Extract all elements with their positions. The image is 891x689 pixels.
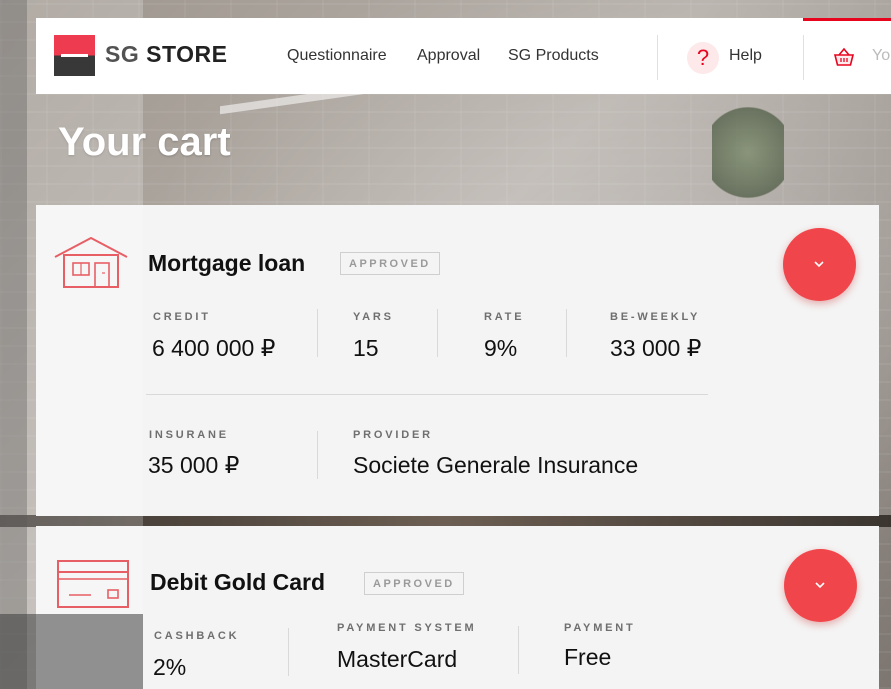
field-divider <box>518 626 519 674</box>
nav-approval[interactable]: Approval <box>417 47 480 65</box>
nav-sg-products[interactable]: SG Products <box>508 47 599 65</box>
biweekly-value: 33 000 ₽ <box>610 335 702 361</box>
section-divider <box>146 394 708 395</box>
rate-value: 9% <box>484 335 518 361</box>
status-badge: APPROVED <box>364 572 464 595</box>
card-title: Debit Gold Card <box>150 569 326 595</box>
provider-label: PROVIDER <box>353 429 433 441</box>
nav-divider <box>657 35 658 80</box>
top-navbar: SG STORE Questionnaire Approval SG Produ… <box>36 18 891 94</box>
field-divider <box>566 309 567 357</box>
bottom-left-overlay <box>0 614 143 689</box>
field-divider <box>317 309 318 357</box>
insurance-value: 35 000 ₽ <box>148 452 240 478</box>
page-title: Your cart <box>58 120 231 164</box>
field-divider <box>437 309 438 357</box>
chevron-down-icon <box>814 261 824 268</box>
credit-label: CREDIT <box>153 311 211 323</box>
cart-item-mortgage: Mortgage loan APPROVED CREDIT 6 400 000 … <box>36 205 879 516</box>
expand-button[interactable] <box>783 228 856 301</box>
payment-value: Free <box>564 644 612 670</box>
chevron-down-icon <box>815 582 825 589</box>
field-divider <box>288 628 289 676</box>
active-indicator <box>803 18 891 21</box>
payment-system-value: MasterCard <box>337 646 458 672</box>
credit-value: 6 400 000 ₽ <box>152 335 276 361</box>
card-title: Mortgage loan <box>148 250 306 276</box>
years-label: YARS <box>353 311 394 323</box>
insurance-label: INSURANE <box>149 429 229 441</box>
credit-card-icon <box>57 560 129 608</box>
cart-link[interactable]: Yo <box>872 47 890 65</box>
status-badge: APPROVED <box>340 252 440 275</box>
cashback-label: CASHBACK <box>154 630 240 642</box>
nav-questionnaire[interactable]: Questionnaire <box>287 47 387 65</box>
provider-value: Societe Generale Insurance <box>353 452 639 478</box>
biweekly-label: BE-WEEKLY <box>610 311 701 323</box>
cart-item-debit-card: Debit Gold Card APPROVED CASHBACK 2% PAY… <box>36 526 879 689</box>
background-plant <box>712 100 784 205</box>
basket-icon[interactable] <box>832 45 856 69</box>
left-shadow <box>0 0 27 689</box>
rate-label: RATE <box>484 311 525 323</box>
nav-divider <box>803 35 804 80</box>
house-icon <box>54 236 128 288</box>
payment-system-label: PAYMENT SYSTEM <box>337 622 477 634</box>
help-icon[interactable]: ? <box>687 42 719 74</box>
field-divider <box>317 431 318 479</box>
payment-label: PAYMENT <box>564 622 636 634</box>
years-value: 15 <box>353 335 379 361</box>
sg-logo-icon[interactable] <box>54 35 95 76</box>
logo-text[interactable]: SG STORE <box>105 41 227 68</box>
help-link[interactable]: Help <box>729 47 762 65</box>
cashback-value: 2% <box>153 654 187 680</box>
expand-button[interactable] <box>784 549 857 622</box>
